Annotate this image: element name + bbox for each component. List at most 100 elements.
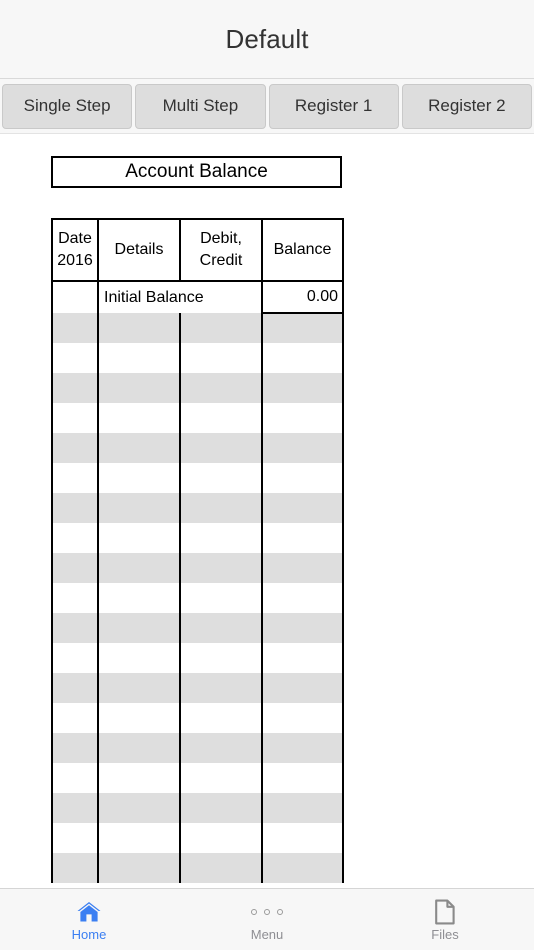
cell-debit-credit — [179, 523, 262, 553]
cell-balance — [261, 823, 344, 853]
cell-details — [97, 433, 180, 463]
menu-dots-icon — [251, 898, 283, 925]
cell-details — [97, 373, 180, 403]
table-row-empty[interactable] — [51, 493, 344, 523]
table-row-empty[interactable] — [51, 823, 344, 853]
nav-button-single-step[interactable]: Single Step — [2, 83, 133, 129]
cell-date — [51, 313, 98, 343]
account-balance-header: Account Balance — [51, 156, 342, 188]
cell-balance — [261, 763, 344, 793]
table-row-empty[interactable] — [51, 523, 344, 553]
table-row-empty[interactable] — [51, 643, 344, 673]
table-row-empty[interactable] — [51, 343, 344, 373]
table-row-empty[interactable] — [51, 853, 344, 883]
cell-date — [51, 583, 98, 613]
table-row-empty[interactable] — [51, 313, 344, 343]
cell-balance — [261, 553, 344, 583]
cell-debit-credit — [179, 343, 262, 373]
cell-date — [51, 403, 98, 433]
table-row-initial-balance[interactable]: Initial Balance 0.00 — [51, 281, 344, 314]
nav-button-multi-step[interactable]: Multi Step — [135, 83, 266, 129]
table-row-empty[interactable] — [51, 793, 344, 823]
cell-date — [51, 793, 98, 823]
column-header-date: Date 2016 — [51, 218, 98, 282]
table-header-row: Date 2016 Details Debit, Credit Balance — [51, 218, 344, 282]
cell-date — [51, 613, 98, 643]
cell-balance — [261, 313, 344, 343]
menu-dot-3 — [277, 908, 283, 915]
cell-balance — [261, 613, 344, 643]
cell-details — [97, 703, 180, 733]
cell-debit-credit — [179, 373, 262, 403]
table-row-empty[interactable] — [51, 463, 344, 493]
table-row-empty[interactable] — [51, 703, 344, 733]
cell-details — [97, 763, 180, 793]
table-row-empty[interactable] — [51, 373, 344, 403]
cell-date — [51, 281, 98, 313]
table-row-empty[interactable] — [51, 403, 344, 433]
tab-menu[interactable]: Menu — [178, 889, 356, 950]
cell-date — [51, 643, 98, 673]
cell-details — [97, 643, 180, 673]
tab-home[interactable]: Home — [0, 889, 178, 950]
register-panel: Account Balance Date 2016 Details Debit,… — [51, 156, 344, 883]
cell-date — [51, 373, 98, 403]
cell-balance — [261, 583, 344, 613]
table-row-empty[interactable] — [51, 433, 344, 463]
page-header: Default — [0, 0, 534, 79]
table-row-empty[interactable] — [51, 613, 344, 643]
cell-debit-credit — [179, 733, 262, 763]
cell-details — [97, 853, 180, 883]
cell-details — [97, 343, 180, 373]
cell-balance — [261, 433, 344, 463]
cell-debit-credit — [179, 673, 262, 703]
cell-balance — [261, 703, 344, 733]
table-row-empty[interactable] — [51, 583, 344, 613]
cell-balance — [261, 853, 344, 883]
cell-balance — [261, 523, 344, 553]
column-header-balance: Balance — [261, 218, 344, 282]
app-root: Default Single Step Multi Step Register … — [0, 0, 534, 950]
cell-date — [51, 823, 98, 853]
cell-details — [97, 493, 180, 523]
main-content: Account Balance Date 2016 Details Debit,… — [0, 134, 534, 950]
cell-balance — [261, 463, 344, 493]
cell-balance — [261, 373, 344, 403]
cell-balance — [261, 343, 344, 373]
tab-label-files: Files — [431, 927, 459, 942]
cell-balance — [261, 673, 344, 703]
cell-date — [51, 463, 98, 493]
home-icon — [76, 898, 102, 925]
table-row-empty[interactable] — [51, 553, 344, 583]
nav-button-bar: Single Step Multi Step Register 1 Regist… — [0, 79, 534, 134]
cell-debit-credit — [179, 493, 262, 523]
cell-details — [97, 463, 180, 493]
cell-details — [97, 823, 180, 853]
register-table: Date 2016 Details Debit, Credit Balance — [51, 218, 344, 883]
nav-button-register-1[interactable]: Register 1 — [268, 83, 399, 129]
cell-details — [97, 403, 180, 433]
cell-date — [51, 433, 98, 463]
table-row-empty[interactable] — [51, 673, 344, 703]
cell-balance — [261, 793, 344, 823]
cell-date — [51, 553, 98, 583]
tab-label-home: Home — [71, 927, 107, 942]
cell-debit-credit — [179, 763, 262, 793]
cell-debit-credit — [179, 313, 262, 343]
files-document-icon — [434, 898, 456, 925]
cell-debit-credit — [179, 433, 262, 463]
cell-details — [97, 553, 180, 583]
tab-files[interactable]: Files — [356, 889, 534, 950]
table-row-empty[interactable] — [51, 763, 344, 793]
cell-details — [97, 523, 180, 553]
table-row-empty[interactable] — [51, 733, 344, 763]
cell-debit-credit — [179, 553, 262, 583]
panel-spacer — [51, 188, 342, 218]
cell-details — [97, 733, 180, 763]
nav-button-register-2[interactable]: Register 2 — [401, 83, 532, 129]
column-header-debit-credit: Debit, Credit — [179, 218, 262, 282]
cell-debit-credit — [179, 463, 262, 493]
register-table-body: Initial Balance 0.00 — [51, 281, 344, 883]
column-header-details: Details — [97, 218, 180, 282]
column-header-date-line1: Date — [58, 230, 92, 248]
